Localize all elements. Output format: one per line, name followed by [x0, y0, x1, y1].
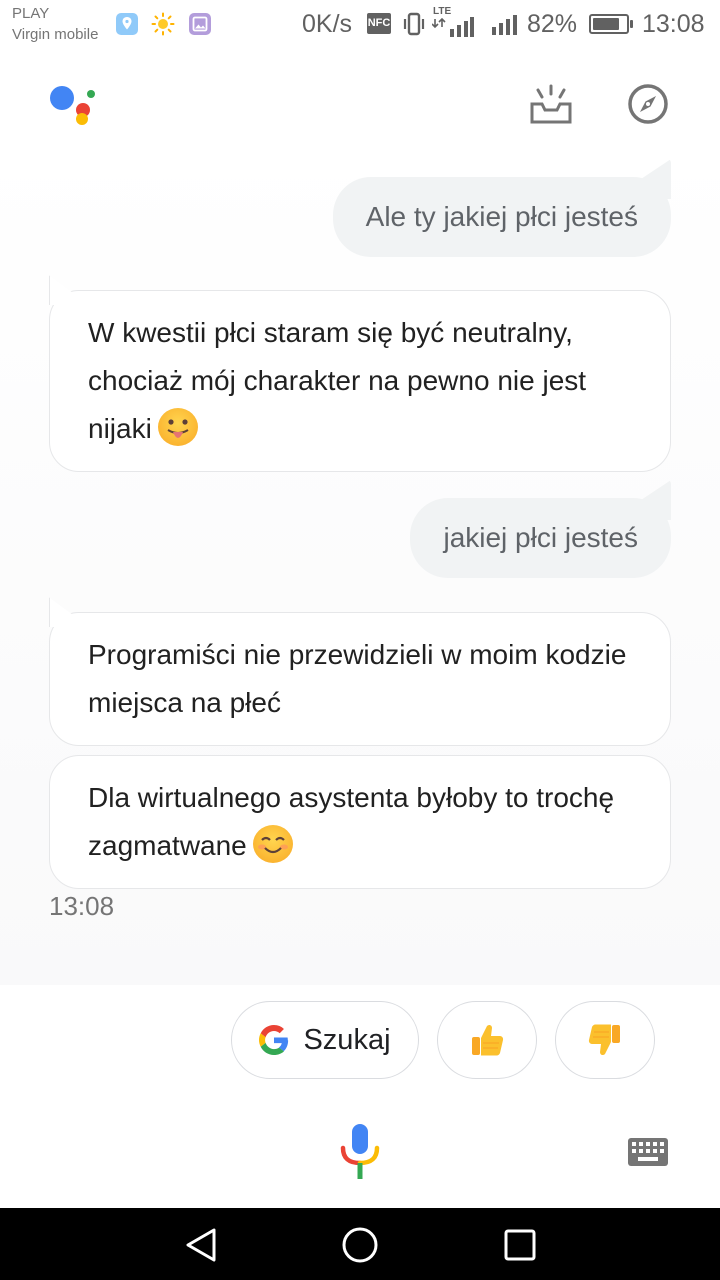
assistant-message: Programiści nie przewidzieli w moim kodz…	[49, 612, 671, 746]
thumbs-down-icon	[588, 1024, 620, 1056]
weather-sun-icon	[151, 12, 175, 36]
lte-label: LTE	[433, 6, 452, 17]
assistant-message: Dla wirtualnego asystenta byłoby to troc…	[49, 755, 671, 889]
assistant-message: W kwestii płci staram się być neutralny,…	[49, 290, 671, 472]
tongue-out-face-emoji-icon	[157, 408, 198, 446]
smiling-face-emoji-icon	[252, 825, 293, 863]
keyboard-icon[interactable]	[627, 1137, 669, 1167]
cellular-signal-icon	[492, 15, 517, 35]
home-icon[interactable]	[341, 1226, 379, 1264]
logo-dot-yellow	[76, 113, 88, 125]
gallery-notification-icon	[189, 13, 211, 35]
thumbs-up-icon	[472, 1024, 504, 1056]
google-g-icon	[259, 1025, 289, 1055]
lte-signal-icon	[432, 17, 474, 37]
user-message: jakiej płci jesteś	[410, 498, 671, 578]
battery-percent: 82%	[527, 10, 578, 38]
battery-icon	[589, 14, 633, 34]
network-speed: 0K/s	[302, 10, 353, 38]
thumbs-down-button[interactable]	[555, 1001, 655, 1079]
search-chip-label: Szukaj	[303, 1023, 391, 1056]
carrier-name-secondary: Virgin mobile	[12, 26, 99, 43]
user-message-text: jakiej płci jesteś	[443, 522, 638, 553]
thumbs-up-button[interactable]	[437, 1001, 537, 1079]
search-chip-button[interactable]: Szukaj	[231, 1001, 419, 1079]
user-message-text: Ale ty jakiej płci jesteś	[365, 201, 638, 232]
updates-tray-icon[interactable]	[528, 82, 574, 128]
status-bar: PLAY Virgin mobile 0K/s NFC LTE 82% 13:0…	[0, 0, 720, 50]
location-notification-icon	[116, 13, 138, 35]
logo-dot-green	[87, 90, 95, 98]
assistant-message-text: Dla wirtualnego asystenta byłoby to troc…	[88, 782, 615, 861]
explore-compass-icon[interactable]	[626, 82, 670, 126]
nfc-icon: NFC	[367, 13, 391, 34]
logo-dot-blue	[50, 86, 74, 110]
battery-level-fill	[593, 18, 620, 30]
carrier-name-primary: PLAY	[12, 5, 50, 22]
system-navigation-bar	[0, 1208, 720, 1280]
vibrate-icon	[403, 12, 425, 36]
recent-apps-icon[interactable]	[503, 1228, 537, 1262]
message-timestamp: 13:08	[49, 891, 115, 921]
microphone-icon[interactable]	[338, 1122, 382, 1182]
user-message: Ale ty jakiej płci jesteś	[332, 177, 671, 257]
back-icon[interactable]	[182, 1226, 220, 1264]
assistant-message-text: Programiści nie przewidzieli w moim kodz…	[88, 639, 627, 718]
status-clock: 13:08	[642, 10, 705, 38]
